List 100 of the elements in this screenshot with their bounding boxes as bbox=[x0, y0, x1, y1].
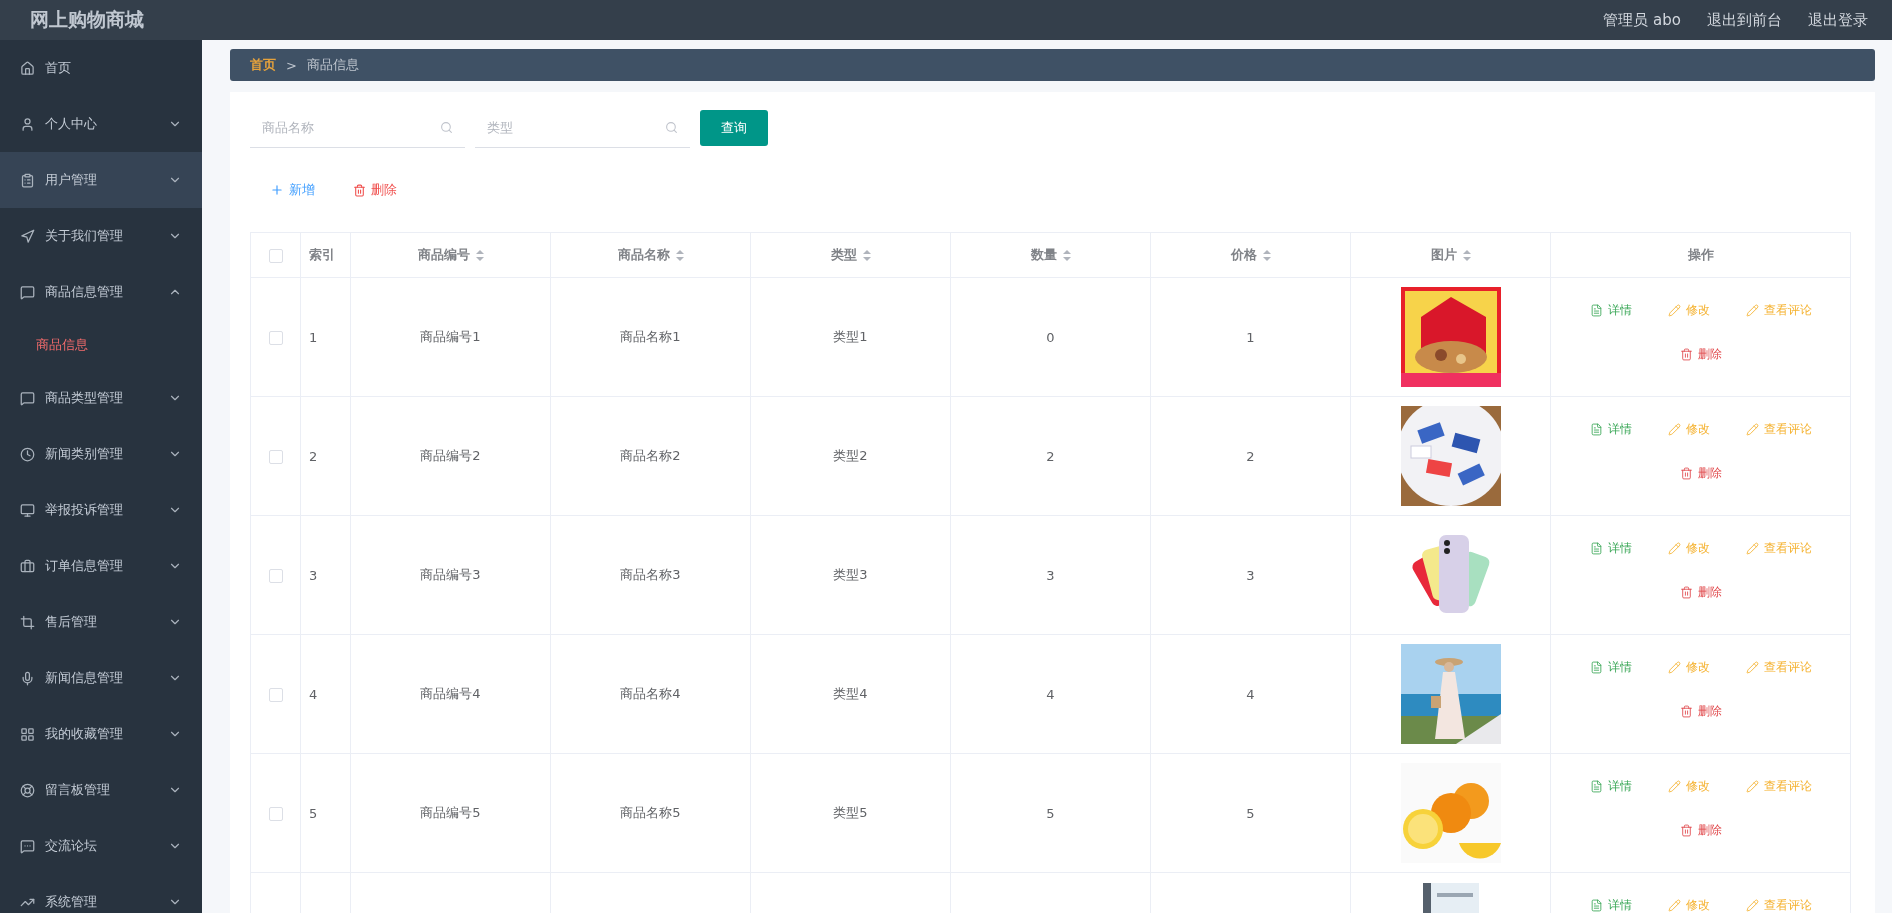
sidebar-item[interactable]: 首页 bbox=[0, 40, 202, 96]
checkbox[interactable] bbox=[268, 330, 283, 345]
briefcase-icon bbox=[20, 558, 35, 574]
pencil-icon bbox=[1745, 898, 1759, 912]
delete-link[interactable]: 删除 bbox=[1679, 820, 1722, 840]
table-cell: 类型5 bbox=[833, 805, 868, 820]
table-cell: 商品名称5 bbox=[620, 805, 681, 820]
clipboard-icon bbox=[20, 172, 35, 188]
comments-link[interactable]: 查看评论 bbox=[1745, 300, 1812, 320]
header-link[interactable]: 管理员 abo bbox=[1603, 10, 1681, 30]
sidebar-subitem[interactable]: 商品信息 bbox=[0, 320, 202, 370]
sidebar-item[interactable]: 留言板管理 bbox=[0, 762, 202, 818]
header-link[interactable]: 退出到前台 bbox=[1707, 10, 1782, 30]
comments-link[interactable]: 查看评论 bbox=[1745, 776, 1812, 796]
query-button[interactable]: 查询 bbox=[700, 110, 768, 146]
document-icon bbox=[1589, 898, 1603, 912]
detail-link[interactable]: 详情 bbox=[1589, 657, 1632, 677]
sort-icon[interactable] bbox=[862, 249, 871, 261]
column-header[interactable]: 商品名称 bbox=[550, 232, 751, 278]
lifebuoy-icon bbox=[20, 782, 35, 798]
edit-link[interactable]: 修改 bbox=[1667, 895, 1710, 913]
sidebar-item[interactable]: 新闻信息管理 bbox=[0, 650, 202, 706]
sidebar-item[interactable]: 交流论坛 bbox=[0, 818, 202, 874]
edit-link[interactable]: 修改 bbox=[1667, 538, 1710, 558]
sidebar-item[interactable]: 关于我们管理 bbox=[0, 208, 202, 264]
trash-icon bbox=[1679, 347, 1693, 361]
column-header[interactable]: 商品编号 bbox=[350, 232, 551, 278]
sidebar-item[interactable]: 用户管理 bbox=[0, 152, 202, 208]
sort-icon[interactable] bbox=[1462, 249, 1471, 261]
table-cell: 商品编号1 bbox=[420, 329, 481, 344]
sidebar-item[interactable]: 商品信息管理 bbox=[0, 264, 202, 320]
delete-link[interactable]: 删除 bbox=[1679, 463, 1722, 483]
sidebar-item[interactable]: 订单信息管理 bbox=[0, 538, 202, 594]
header-link[interactable]: 退出登录 bbox=[1808, 10, 1868, 30]
column-header[interactable]: 价格 bbox=[1150, 232, 1351, 278]
edit-link[interactable]: 修改 bbox=[1667, 776, 1710, 796]
document-icon bbox=[1589, 660, 1603, 674]
sidebar-item[interactable]: 新闻类别管理 bbox=[0, 426, 202, 482]
comments-link[interactable]: 查看评论 bbox=[1745, 657, 1812, 677]
sort-icon[interactable] bbox=[675, 249, 684, 261]
search-icon bbox=[665, 121, 678, 134]
column-header[interactable]: 数量 bbox=[950, 232, 1151, 278]
checkbox[interactable] bbox=[268, 806, 283, 821]
detail-link[interactable]: 详情 bbox=[1589, 419, 1632, 439]
delete-link[interactable]: 删除 bbox=[1679, 582, 1722, 602]
column-header[interactable]: 类型 bbox=[750, 232, 951, 278]
delete-button[interactable]: 删除 bbox=[343, 174, 407, 206]
breadcrumb-link[interactable]: 商品信息 bbox=[306, 56, 359, 74]
edit-link[interactable]: 修改 bbox=[1667, 419, 1710, 439]
document-icon bbox=[1589, 541, 1603, 555]
table-cell: 类型2 bbox=[833, 448, 868, 463]
pencil-icon bbox=[1745, 541, 1759, 555]
pencil-icon bbox=[1667, 898, 1681, 912]
table-cell: 商品名称4 bbox=[620, 686, 681, 701]
sort-icon[interactable] bbox=[1262, 249, 1271, 261]
trash-icon bbox=[1679, 466, 1693, 480]
sort-icon[interactable] bbox=[475, 249, 484, 261]
delete-link[interactable]: 删除 bbox=[1679, 344, 1722, 364]
search-icon bbox=[440, 121, 453, 134]
edit-link[interactable]: 修改 bbox=[1667, 657, 1710, 677]
add-button[interactable]: 新增 bbox=[260, 174, 325, 206]
plus-icon bbox=[270, 183, 284, 197]
detail-link[interactable]: 详情 bbox=[1589, 776, 1632, 796]
table-cell: 2 bbox=[1246, 448, 1255, 464]
checkbox[interactable] bbox=[268, 687, 283, 702]
sidebar-item[interactable]: 个人中心 bbox=[0, 96, 202, 152]
checkbox[interactable] bbox=[268, 449, 283, 464]
breadcrumb-link[interactable]: 首页 bbox=[250, 56, 276, 74]
comments-link[interactable]: 查看评论 bbox=[1745, 419, 1812, 439]
table-cell: 3 bbox=[1046, 567, 1055, 583]
sidebar-item[interactable]: 售后管理 bbox=[0, 594, 202, 650]
document-icon bbox=[1589, 303, 1603, 317]
detail-link[interactable]: 详情 bbox=[1589, 538, 1632, 558]
chat-icon bbox=[20, 838, 35, 854]
checkbox[interactable] bbox=[268, 248, 283, 263]
pencil-icon bbox=[1745, 660, 1759, 674]
edit-link[interactable]: 修改 bbox=[1667, 300, 1710, 320]
sidebar-item[interactable]: 我的收藏管理 bbox=[0, 706, 202, 762]
comments-link[interactable]: 查看评论 bbox=[1745, 895, 1812, 913]
comments-link[interactable]: 查看评论 bbox=[1745, 538, 1812, 558]
table-cell: 5 bbox=[1046, 805, 1055, 821]
sidebar-item[interactable]: 举报投诉管理 bbox=[0, 482, 202, 538]
sidebar-item[interactable]: 商品类型管理 bbox=[0, 370, 202, 426]
delete-link[interactable]: 删除 bbox=[1679, 701, 1722, 721]
table-cell: 4 bbox=[1246, 686, 1255, 702]
table-cell: 1 bbox=[1246, 329, 1255, 345]
column-header[interactable]: 图片 bbox=[1350, 232, 1551, 278]
detail-link[interactable]: 详情 bbox=[1589, 895, 1632, 913]
table-cell: 商品名称2 bbox=[620, 448, 681, 463]
table-cell: 类型3 bbox=[833, 567, 868, 582]
clock-icon bbox=[20, 446, 35, 462]
sidebar-item[interactable]: 系统管理 bbox=[0, 874, 202, 913]
pencil-icon bbox=[1745, 422, 1759, 436]
chat-icon bbox=[20, 390, 35, 406]
table-cell: 商品名称1 bbox=[620, 329, 681, 344]
detail-link[interactable]: 详情 bbox=[1589, 300, 1632, 320]
sort-icon[interactable] bbox=[1062, 249, 1071, 261]
pencil-icon bbox=[1667, 303, 1681, 317]
checkbox[interactable] bbox=[268, 568, 283, 583]
table-cell: 4 bbox=[1046, 686, 1055, 702]
